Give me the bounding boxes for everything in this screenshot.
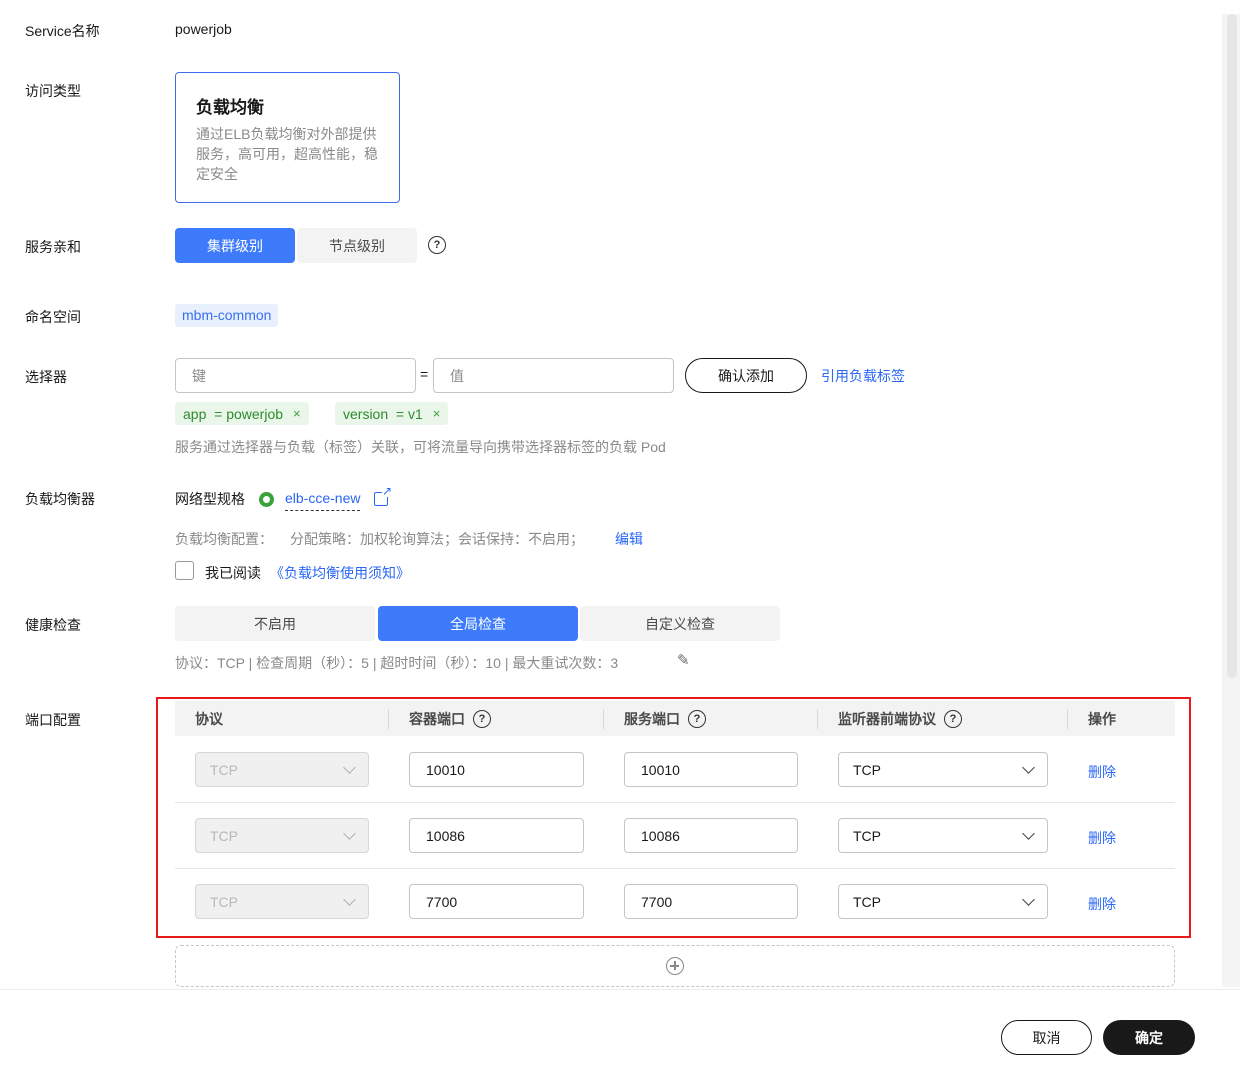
- container-port-input[interactable]: 10010: [409, 752, 584, 787]
- chevron-down-icon: [343, 760, 356, 774]
- affinity-label: 服务亲和: [25, 239, 81, 255]
- access-type-label: 访问类型: [25, 83, 81, 99]
- card-description: 通过ELB负载均衡对外部提供服务，高可用，超高性能，稳定安全: [196, 126, 378, 182]
- lb-config-text: 分配策略：加权轮询算法；会话保持：不启用；: [290, 531, 584, 547]
- selector-key-input[interactable]: 键: [175, 358, 416, 393]
- chevron-down-icon: [343, 892, 356, 906]
- key-placeholder: 键: [192, 367, 206, 384]
- selector-tag-app: app = powerjob ×: [175, 402, 309, 425]
- selector-hint: 服务通过选择器与负载（标签）关联，可将流量导向携带选择器标签的负载 Pod: [175, 439, 666, 455]
- load-balancer-label: 负载均衡器: [25, 491, 95, 507]
- service-port-input[interactable]: 10010: [624, 752, 798, 787]
- chevron-down-icon: [343, 826, 356, 840]
- reference-labels-link[interactable]: 引用负载标签: [821, 366, 905, 386]
- delete-row-link[interactable]: 删除: [1088, 894, 1116, 914]
- elb-name-link[interactable]: elb-cce-new: [285, 490, 361, 511]
- selector-label: 选择器: [25, 369, 67, 385]
- chevron-down-icon: [1022, 892, 1035, 906]
- listener-protocol-select[interactable]: TCP: [838, 884, 1048, 919]
- ports-table-header: 协议 容器端口? 服务端口? 监听器前端协议? 操作: [175, 701, 1175, 736]
- confirm-button[interactable]: 确定: [1103, 1020, 1195, 1055]
- tag-text: app = powerjob: [183, 405, 284, 422]
- namespace-label: 命名空间: [25, 309, 81, 325]
- affinity-cluster-button[interactable]: 集群级别: [175, 228, 295, 263]
- external-link-icon[interactable]: [374, 485, 392, 506]
- selector-tag-version: version = v1 ×: [335, 402, 449, 425]
- scrollbar-thumb[interactable]: [1227, 14, 1237, 678]
- health-check-label: 健康检查: [25, 617, 81, 633]
- container-port-input[interactable]: 7700: [409, 884, 584, 919]
- lb-edit-link[interactable]: 编辑: [615, 529, 643, 549]
- health-check-custom-button[interactable]: 自定义检查: [580, 606, 780, 641]
- delete-row-link[interactable]: 删除: [1088, 828, 1116, 848]
- question-circle-icon[interactable]: ?: [428, 236, 446, 254]
- value-placeholder: 值: [450, 367, 464, 384]
- access-type-card-loadbalancer[interactable]: 负载均衡 通过ELB负载均衡对外部提供服务，高可用，超高性能，稳定安全: [175, 72, 400, 203]
- listener-protocol-select[interactable]: TCP: [838, 818, 1048, 853]
- container-port-input[interactable]: 10086: [409, 818, 584, 853]
- status-ring-icon: [259, 492, 274, 507]
- chevron-down-icon: [1022, 760, 1035, 774]
- namespace-tag: mbm-common: [175, 304, 279, 327]
- close-icon[interactable]: ×: [293, 406, 301, 421]
- health-check-disabled-button[interactable]: 不启用: [175, 606, 375, 641]
- question-circle-icon[interactable]: ?: [473, 709, 491, 728]
- equals-sign: =: [420, 366, 429, 382]
- row-protocol-select: TCP: [195, 818, 369, 853]
- cancel-button[interactable]: 取消: [1001, 1020, 1092, 1055]
- plus-circle-icon: [666, 957, 684, 975]
- row-protocol-select: TCP: [195, 752, 369, 787]
- header-protocol: 协议: [195, 710, 223, 727]
- service-port-input[interactable]: 10086: [624, 818, 798, 853]
- service-name-value: powerjob: [175, 21, 232, 37]
- pencil-icon[interactable]: ✎: [677, 651, 690, 669]
- header-service-port: 服务端口?: [624, 701, 706, 736]
- header-listener-protocol: 监听器前端协议?: [838, 701, 962, 736]
- card-title: 负载均衡: [196, 98, 264, 117]
- affinity-node-button[interactable]: 节点级别: [297, 228, 417, 263]
- service-name-label: Service名称: [25, 23, 100, 39]
- question-circle-icon[interactable]: ?: [688, 709, 706, 728]
- spec-label: 网络型规格: [175, 491, 245, 507]
- service-port-input[interactable]: 7700: [624, 884, 798, 919]
- row-protocol-select: TCP: [195, 884, 369, 919]
- listener-protocol-select[interactable]: TCP: [838, 752, 1048, 787]
- ports-label: 端口配置: [25, 712, 81, 728]
- confirm-add-button[interactable]: 确认添加: [685, 358, 807, 393]
- health-check-global-button[interactable]: 全局检查: [378, 606, 578, 641]
- question-circle-icon[interactable]: ?: [944, 709, 962, 728]
- chevron-down-icon: [1022, 826, 1035, 840]
- delete-row-link[interactable]: 删除: [1088, 762, 1116, 782]
- header-container-port: 容器端口?: [409, 701, 491, 736]
- agree-prefix: 我已阅读: [205, 565, 261, 581]
- selector-value-input[interactable]: 值: [433, 358, 674, 393]
- tag-text: version = v1: [343, 405, 423, 422]
- agree-checkbox[interactable]: [175, 561, 194, 580]
- add-port-button[interactable]: [175, 945, 1175, 987]
- header-actions: 操作: [1088, 710, 1116, 727]
- health-check-summary: 协议：TCP | 检查周期（秒）：5 | 超时时间（秒）：10 | 最大重试次数…: [175, 655, 619, 671]
- lb-terms-link[interactable]: 《负载均衡使用须知》: [270, 563, 410, 583]
- close-icon[interactable]: ×: [433, 406, 441, 421]
- lb-config-prefix: 负载均衡配置：: [175, 531, 273, 547]
